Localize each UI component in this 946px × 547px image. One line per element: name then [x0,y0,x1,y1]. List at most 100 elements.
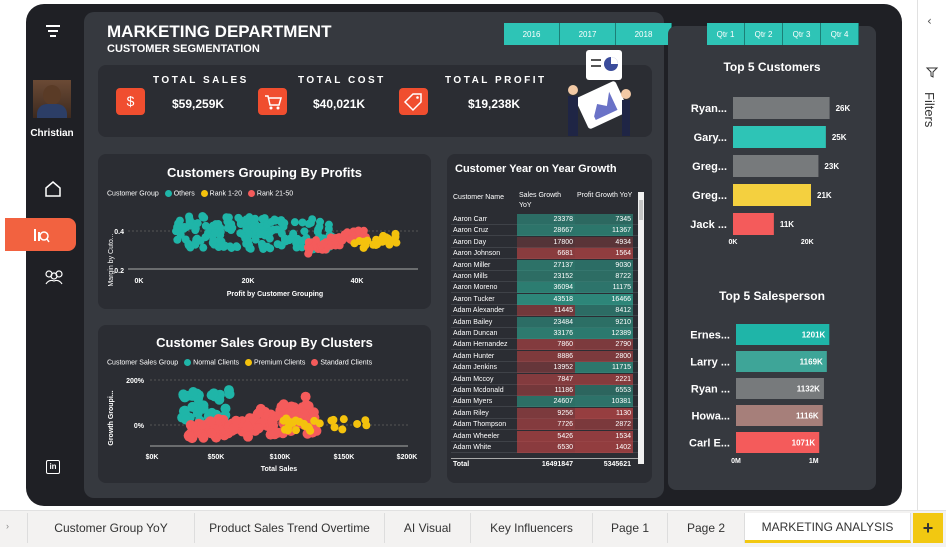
bar[interactable] [733,155,819,177]
x-tick: $200K [397,454,418,461]
table-scrollbar[interactable] [638,192,644,464]
customer-name-cell: Adam Hernandez [453,341,508,349]
total-label: Total [453,461,470,468]
table-row[interactable]: Aaron Carr 23378 7345 [451,214,639,225]
scatter-point [283,426,292,435]
table-row[interactable]: Adam Mccoy 7847 2221 [451,373,639,385]
scatter-point [249,222,258,231]
legend-label: Premium Clients [254,359,306,367]
profit-scatter-plot[interactable]: Margin by Cuto... 0.4 0.2 0K 20K 40K Pro… [98,198,431,308]
cluster-scatter-plot[interactable]: Growth Groupi... 200% 0% $0K $50K $100K … [98,370,431,482]
customer-name-cell: Adam Hunter [453,352,495,360]
customer-name-cell: Adam Bailey [453,318,493,326]
tab-product-sales-trend[interactable]: Product Sales Trend Overtime [195,513,385,543]
table-row[interactable]: Adam Thompson 7726 2872 [451,419,639,431]
profit-growth-cell: 8412 [575,305,633,317]
sales-growth-cell: 28667 [517,225,575,237]
sales-growth-cell: 6530 [517,442,575,453]
sales-growth-cell: 11186 [517,385,575,396]
scatter-point [289,229,298,238]
scatter-point [223,385,234,396]
linkedin-icon[interactable]: in [46,460,60,474]
kpi-label: TOTAL COST [298,75,386,86]
table-row[interactable]: Aaron Miller 27137 9030 [451,259,639,271]
growth-table[interactable]: Customer Name Sales Growth YoY Profit Gr… [451,188,639,472]
table-row[interactable]: Aaron Johnson 6681 1564 [451,248,639,260]
table-row[interactable]: Adam Duncan 33176 12389 [451,328,639,339]
scatter-point [361,416,370,425]
tab-marketing-analysis[interactable]: MARKETING ANALYSIS [745,513,911,543]
table-row[interactable]: Aaron Moreno 36094 11175 [451,282,639,294]
table-row[interactable]: Adam Riley 9256 1130 [451,407,639,419]
legend-dot [247,190,255,197]
scatter-point [338,425,347,434]
year-2017-button[interactable]: 2017 [560,23,616,45]
collapse-chevron-icon[interactable]: ‹ [927,14,932,28]
scatter-point [211,220,220,229]
table-row[interactable]: Adam Bailey 23484 9210 [451,316,639,328]
customer-name-cell: Aaron Tucker [453,295,495,303]
menu-icon[interactable] [46,25,60,37]
tab-scroll-arrow-icon[interactable]: › [6,521,9,531]
sales-growth-cell: 23152 [517,271,575,282]
qtr-1-button[interactable]: Qtr 1 [707,23,745,45]
scatter-point [283,416,292,425]
table-row[interactable]: Adam Hunter 8886 2800 [451,350,639,362]
year-2018-button[interactable]: 2018 [616,23,672,45]
table-row[interactable]: Aaron Day 17800 4934 [451,236,639,248]
kpi-value: $19,238K [468,97,521,111]
bar[interactable] [733,213,774,235]
legend-dot [164,190,172,197]
bar[interactable] [733,97,830,119]
tab-customer-group-yoy[interactable]: Customer Group YoY [27,513,195,543]
segmentation-nav-button[interactable] [5,218,76,251]
cluster-chart-title: Customer Sales Group By Clusters [156,335,373,350]
profit-growth-cell: 11715 [575,362,633,374]
customer-name-cell: Adam Alexander [453,307,505,315]
scatter-point [191,222,200,231]
people-icon[interactable] [43,268,65,286]
qtr-2-button[interactable]: Qtr 2 [745,23,783,45]
table-row[interactable]: Aaron Tucker 43518 16466 [451,293,639,305]
column-header[interactable]: Sales Growth YoY [519,191,575,213]
tab-page-1[interactable]: Page 1 [593,513,668,543]
top-customers-chart[interactable]: Ryan... 26K Gary... 25K Greg... 23K Greg... 21K… [668,90,876,262]
column-header[interactable]: Profit Growth YoY [577,191,633,213]
bar-category-label: Larry ... [690,357,730,369]
add-page-button[interactable]: + [913,513,943,543]
table-row[interactable]: Adam Mcdonald 11186 6553 [451,385,639,396]
bar[interactable] [733,126,826,148]
home-icon[interactable] [44,180,62,198]
filters-label[interactable]: Filters [922,92,937,127]
legend-dot [311,359,319,366]
tab-key-influencers[interactable]: Key Influencers [471,513,593,543]
table-row[interactable]: Adam Jenkins 13952 11715 [451,362,639,374]
scatter-point [210,229,219,238]
table-row[interactable]: Aaron Cruz 28667 11367 [451,225,639,237]
top-salesperson-chart[interactable]: Ernes... 1201K Larry ... 1169K Ryan ... 1132K… [668,318,876,482]
table-row[interactable]: Aaron Mills 23152 8722 [451,271,639,282]
filter-icon[interactable] [925,65,939,79]
scatter-point [391,229,400,238]
column-header[interactable]: Customer Name [453,192,517,203]
legend-dot [200,190,208,197]
tab-ai-visual[interactable]: AI Visual [385,513,471,543]
scatter-point [208,388,219,399]
scatter-point [201,221,210,230]
qtr-3-button[interactable]: Qtr 3 [783,23,821,45]
tab-page-2[interactable]: Page 2 [668,513,745,543]
qtr-4-button[interactable]: Qtr 4 [821,23,859,45]
sales-growth-cell: 33176 [517,328,575,339]
table-row[interactable]: Adam Hernandez 7860 2790 [451,339,639,351]
year-2016-button[interactable]: 2016 [504,23,560,45]
table-row[interactable]: Adam Alexander 11445 8412 [451,305,639,317]
table-row[interactable]: Adam White 6530 1402 [451,442,639,453]
top-salesperson-title: Top 5 Salesperson [719,289,825,303]
table-row[interactable]: Adam Wheeler 5426 1534 [451,430,639,442]
bar[interactable] [733,184,811,206]
cluster-chart-legend: Customer Sales Group Normal Clients Prem… [107,359,372,366]
bar-value-label: 23K [824,162,839,171]
customer-name-cell: Adam Jenkins [453,364,497,372]
legend-label: Rank 21-50 [256,190,294,198]
table-row[interactable]: Adam Myers 24607 10381 [451,396,639,408]
